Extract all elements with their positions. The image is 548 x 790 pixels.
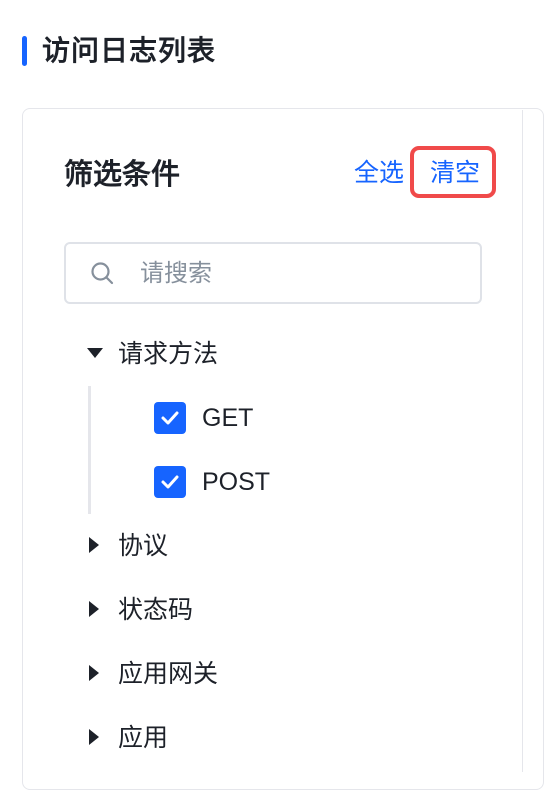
checkbox-checked[interactable] [154, 402, 186, 434]
caret-right-icon[interactable] [89, 729, 99, 745]
tree-leaf-label: GET [202, 404, 254, 432]
caret-down-icon[interactable] [87, 348, 103, 358]
select-all-link[interactable]: 全选 [354, 156, 404, 190]
page-header: 访问日志列表 [0, 0, 548, 100]
tree-leaf-label: POST [202, 468, 271, 496]
clear-link[interactable]: 清空 [430, 156, 480, 190]
caret-right-icon[interactable] [89, 601, 99, 617]
tree-node-label: 应用 [118, 723, 169, 752]
title-accent-bar [22, 36, 27, 66]
check-icon [161, 411, 179, 425]
tree-node-label: 协议 [118, 531, 169, 560]
page-title: 访问日志列表 [42, 34, 217, 67]
tree-node-label: 应用网关 [118, 659, 219, 688]
check-icon [161, 475, 179, 489]
filter-title: 筛选条件 [64, 157, 181, 191]
search-icon [90, 261, 114, 285]
search-input[interactable] [140, 252, 460, 294]
tree-guide-line [88, 386, 91, 514]
tree-node-label: 请求方法 [118, 339, 219, 368]
filter-panel [22, 108, 544, 790]
caret-right-icon[interactable] [89, 537, 99, 553]
tree-node-label: 状态码 [118, 595, 194, 624]
caret-right-icon[interactable] [89, 665, 99, 681]
panel-divider [522, 110, 523, 772]
checkbox-checked[interactable] [154, 466, 186, 498]
